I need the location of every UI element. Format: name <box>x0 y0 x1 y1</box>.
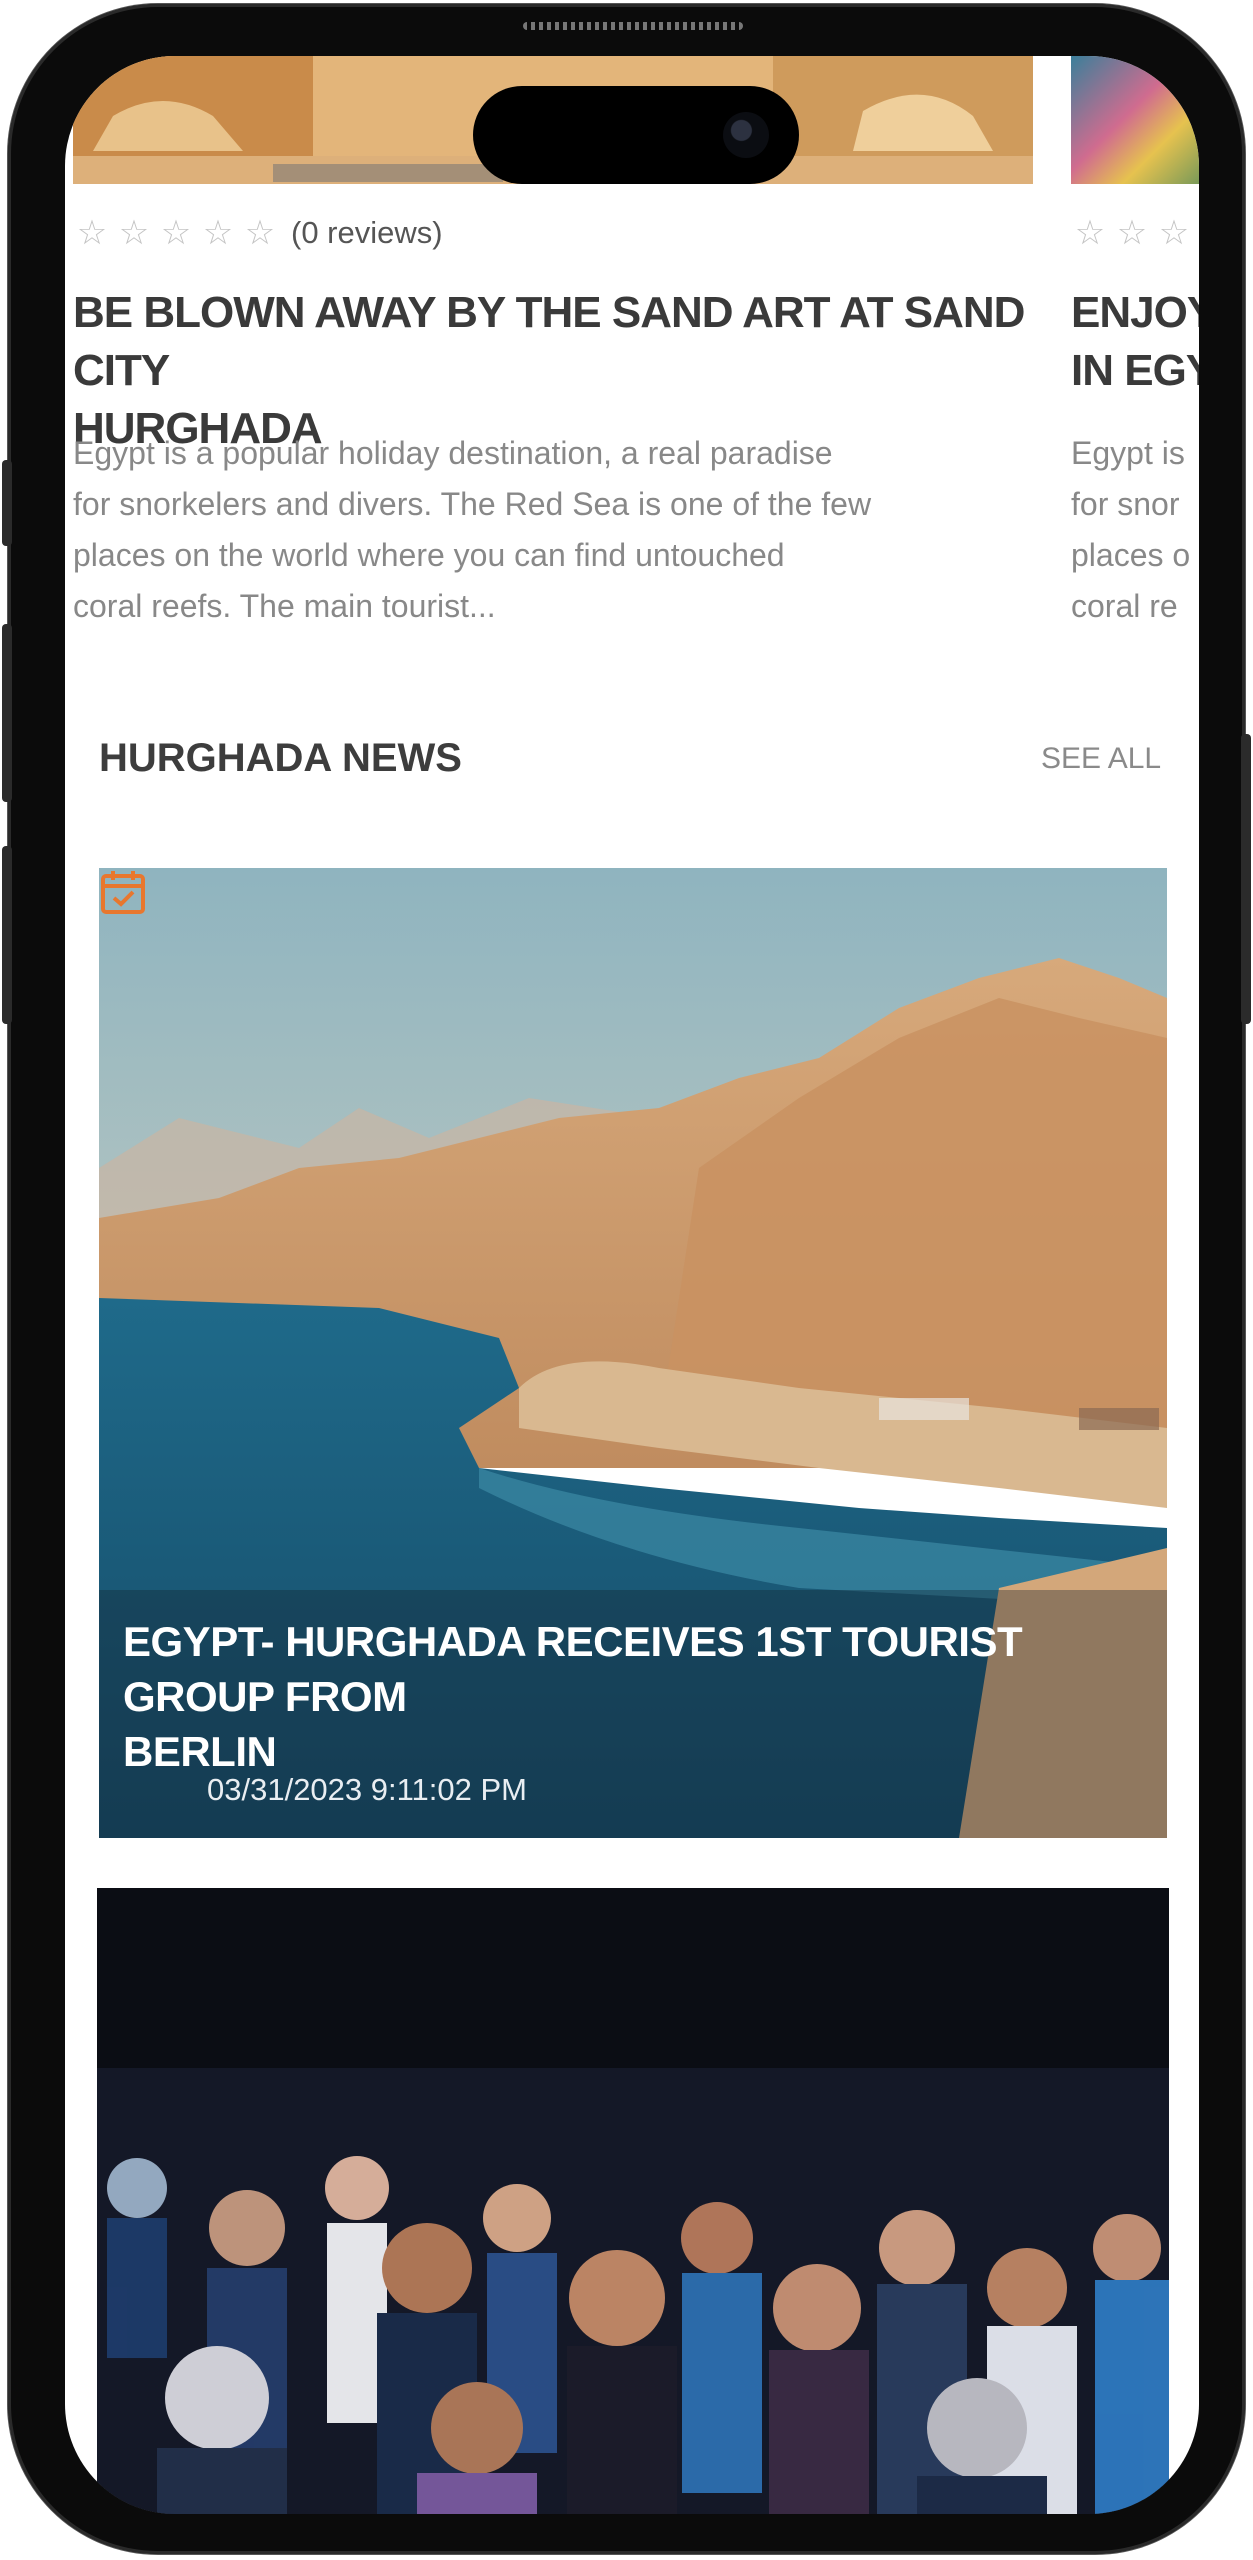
article-title[interactable]: ENJOY S IN EGYP <box>1071 284 1199 400</box>
reviews-count: (0 reviews) <box>291 215 443 250</box>
news-card[interactable]: EGYPT- HURGHADA RECEIVES 1ST TOURIST GRO… <box>99 868 1167 1838</box>
star-outline-icon: ☆ <box>244 213 276 253</box>
star-outline-icon: ☆ <box>1158 213 1190 253</box>
description-line: Egypt is a popular holiday destination, … <box>73 435 833 471</box>
coral-reef-image[interactable] <box>1071 56 1199 184</box>
star-outline-icon: ☆ <box>160 213 192 253</box>
description-line: places o <box>1071 537 1191 573</box>
article-title-line: ENJOY S <box>1071 288 1199 337</box>
description-line: coral reefs. The main tourist... <box>73 588 496 624</box>
description-line: places on the world where you can find u… <box>73 537 785 573</box>
see-all-link[interactable]: SEE ALL <box>1041 742 1161 776</box>
star-outline-icon: ☆ <box>1074 213 1106 253</box>
power-button <box>1241 734 1251 1024</box>
news-date: 03/31/2023 9:11:02 PM <box>207 1772 528 1807</box>
description-line: coral re <box>1071 588 1178 624</box>
dynamic-island <box>473 86 799 184</box>
article-description: Egypt is for snor places o coral re <box>1071 428 1199 632</box>
calendar-check-icon <box>101 871 145 914</box>
description-line: Egypt is <box>1071 435 1185 471</box>
news-title[interactable]: EGYPT- HURGHADA RECEIVES 1ST TOURIST GRO… <box>123 1614 1133 1779</box>
star-outline-icon: ☆ <box>1116 213 1148 253</box>
audience-image <box>97 1888 1169 2514</box>
news-title-line: EGYPT- HURGHADA RECEIVES 1ST TOURIST GRO… <box>123 1618 1023 1720</box>
phone-frame: ☆ ☆ ☆ ☆ ☆ (0 reviews) BE BLOWN AWAY BY T… <box>2 4 1251 2554</box>
action-button <box>2 460 12 546</box>
description-line: for snor <box>1071 486 1180 522</box>
article-title-line: IN EGYP <box>1071 346 1199 395</box>
article-description: Egypt is a popular holiday destination, … <box>73 428 1033 632</box>
rating-stars: ☆ ☆ ☆ ☆ ☆ (0 reviews) <box>73 214 443 252</box>
article-title-line: BE BLOWN AWAY BY THE SAND ART AT SAND CI… <box>73 288 1025 395</box>
star-outline-icon: ☆ <box>118 213 150 253</box>
volume-down-button <box>2 846 12 1024</box>
star-outline-icon: ☆ <box>76 213 108 253</box>
section-title: HURGHADA NEWS <box>99 736 462 780</box>
star-outline-icon: ☆ <box>202 213 234 253</box>
volume-up-button <box>2 624 12 802</box>
screen: ☆ ☆ ☆ ☆ ☆ (0 reviews) BE BLOWN AWAY BY T… <box>65 56 1199 2514</box>
news-title-line: BERLIN <box>123 1728 277 1775</box>
news-card[interactable] <box>97 1888 1169 2514</box>
description-line: for snorkelers and divers. The Red Sea i… <box>73 486 872 522</box>
camera-icon <box>723 112 769 158</box>
speaker-grille <box>523 22 743 30</box>
rating-stars: ☆ ☆ ☆ <box>1071 214 1197 252</box>
